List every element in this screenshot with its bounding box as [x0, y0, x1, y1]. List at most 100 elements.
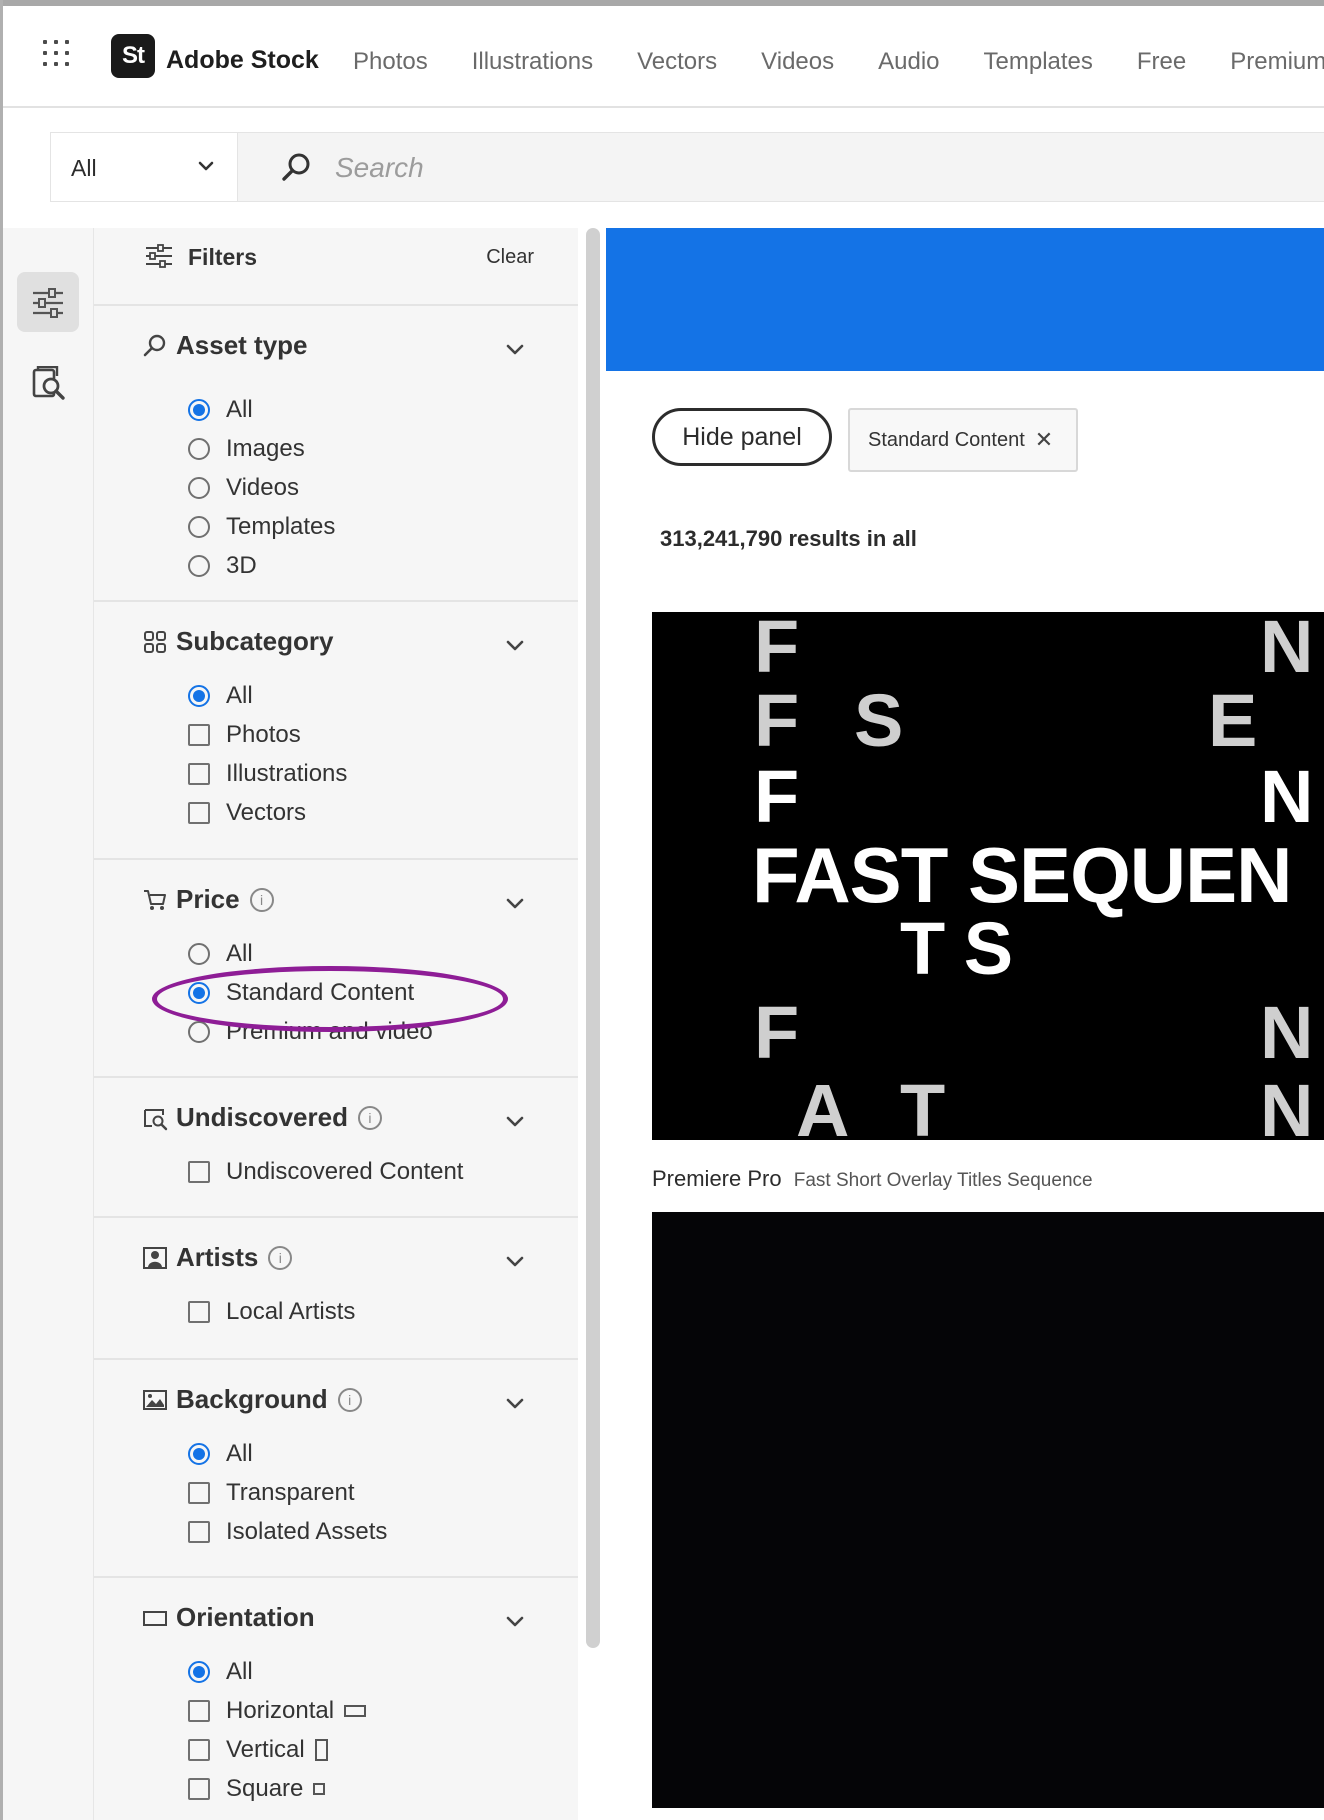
- nav-premium[interactable]: Premium: [1230, 48, 1324, 76]
- result-thumbnail[interactable]: F N F S E F N FAST SEQUEN T S F N A T N: [652, 612, 1324, 1140]
- orientation-option-vertical[interactable]: Vertical: [188, 1733, 328, 1767]
- radio[interactable]: [188, 516, 210, 538]
- results-count: 313,241,790 results in all: [660, 526, 917, 551]
- background-header[interactable]: Background i: [142, 1384, 362, 1415]
- info-icon[interactable]: i: [249, 887, 274, 912]
- visual-search-rail-button[interactable]: [17, 352, 79, 412]
- checkbox[interactable]: [188, 1161, 210, 1183]
- orientation-header[interactable]: Orientation: [142, 1602, 315, 1633]
- radio[interactable]: [188, 943, 210, 965]
- checkbox[interactable]: [188, 1301, 210, 1323]
- radio[interactable]: [188, 555, 210, 577]
- radio[interactable]: [188, 438, 210, 460]
- nav-illustrations[interactable]: Illustrations: [472, 48, 593, 76]
- checkbox[interactable]: [188, 1739, 210, 1761]
- asset-type-option-videos[interactable]: Videos: [188, 471, 299, 505]
- search-input[interactable]: [333, 147, 1237, 189]
- radio[interactable]: [188, 477, 210, 499]
- radio-selected[interactable]: [188, 685, 210, 707]
- search-scope-select[interactable]: All: [51, 133, 238, 201]
- clear-filters-button[interactable]: Clear: [486, 246, 534, 269]
- result-thumbnail[interactable]: [652, 1212, 1324, 1808]
- nav-photos[interactable]: Photos: [353, 48, 428, 76]
- checkbox[interactable]: [188, 724, 210, 746]
- option-label: 3D: [226, 552, 257, 579]
- checkbox[interactable]: [188, 1482, 210, 1504]
- chevron-down-icon[interactable]: [504, 1110, 526, 1132]
- option-label: Square: [226, 1775, 304, 1802]
- active-filter-chip[interactable]: Standard Content ✕: [848, 408, 1078, 472]
- promo-banner[interactable]: [606, 228, 1324, 371]
- chevron-down-icon[interactable]: [504, 892, 526, 914]
- info-icon[interactable]: i: [337, 1387, 362, 1412]
- filters-rail-button[interactable]: [17, 272, 79, 332]
- search-icon[interactable]: [279, 151, 313, 185]
- nav-videos[interactable]: Videos: [761, 48, 834, 76]
- nav-templates[interactable]: Templates: [984, 48, 1093, 76]
- info-icon[interactable]: i: [357, 1105, 382, 1130]
- filters-title: Filters: [188, 244, 258, 270]
- checkbox[interactable]: [188, 1700, 210, 1722]
- orientation-option-horizontal[interactable]: Horizontal: [188, 1694, 367, 1728]
- undiscovered-option[interactable]: Undiscovered Content: [188, 1155, 463, 1189]
- chevron-down-icon[interactable]: [504, 338, 526, 360]
- checkbox[interactable]: [188, 763, 210, 785]
- nav-audio[interactable]: Audio: [878, 48, 939, 76]
- checkbox[interactable]: [188, 1778, 210, 1800]
- orientation-option-all[interactable]: All: [188, 1655, 253, 1689]
- info-icon[interactable]: i: [268, 1245, 293, 1270]
- undiscovered-header[interactable]: Undiscovered i: [142, 1102, 382, 1133]
- app-grid-icon[interactable]: [43, 40, 73, 70]
- artists-header[interactable]: Artists i: [142, 1242, 293, 1273]
- subcategory-option-all[interactable]: All: [188, 679, 253, 713]
- radio-selected[interactable]: [188, 1661, 210, 1683]
- asset-type-header[interactable]: Asset type: [142, 330, 308, 361]
- subcategory-option-photos[interactable]: Photos: [188, 718, 301, 752]
- hide-panel-button[interactable]: Hide panel: [652, 408, 832, 466]
- thumb-letter: F: [754, 755, 799, 838]
- adobe-stock-logo[interactable]: St: [111, 34, 155, 78]
- option-label: Images: [226, 435, 305, 462]
- radio[interactable]: [188, 1021, 210, 1043]
- price-option-standard-content[interactable]: Standard Content: [188, 976, 414, 1010]
- asset-type-option-templates[interactable]: Templates: [188, 510, 335, 544]
- subcategory-title: Subcategory: [176, 626, 334, 656]
- subcategory-option-illustrations[interactable]: Illustrations: [188, 757, 347, 791]
- background-option-transparent[interactable]: Transparent: [188, 1476, 355, 1510]
- price-header[interactable]: Price i: [142, 884, 274, 915]
- chevron-down-icon[interactable]: [504, 634, 526, 656]
- nav-free[interactable]: Free: [1137, 48, 1186, 76]
- radio-selected[interactable]: [188, 1443, 210, 1465]
- subcategory-option-vectors[interactable]: Vectors: [188, 796, 306, 830]
- checkbox[interactable]: [188, 802, 210, 824]
- price-option-premium-and-video[interactable]: Premium and video: [188, 1015, 433, 1049]
- radio-selected[interactable]: [188, 399, 210, 421]
- nav-vectors[interactable]: Vectors: [637, 48, 717, 76]
- close-icon[interactable]: ✕: [1035, 427, 1053, 453]
- option-label: Photos: [226, 721, 301, 748]
- option-label: All: [226, 940, 253, 967]
- result-caption[interactable]: Premiere Pro Fast Short Overlay Titles S…: [652, 1166, 1093, 1192]
- asset-type-option-3d[interactable]: 3D: [188, 549, 257, 583]
- chip-label: Standard Content: [868, 428, 1025, 451]
- checkbox[interactable]: [188, 1521, 210, 1543]
- thumb-letter: T: [900, 1069, 945, 1140]
- chevron-down-icon[interactable]: [504, 1250, 526, 1272]
- artists-title: Artists: [176, 1242, 259, 1272]
- filters-scrollbar[interactable]: [586, 228, 600, 1648]
- background-option-all[interactable]: All: [188, 1437, 253, 1471]
- asset-type-option-images[interactable]: Images: [188, 432, 305, 466]
- background-option-isolated[interactable]: Isolated Assets: [188, 1515, 387, 1549]
- chevron-down-icon[interactable]: [504, 1610, 526, 1632]
- option-label: All: [226, 1440, 253, 1467]
- orientation-title: Orientation: [176, 1602, 315, 1632]
- chevron-down-icon[interactable]: [504, 1392, 526, 1414]
- brand-name[interactable]: Adobe Stock: [166, 46, 319, 75]
- asset-type-option-all[interactable]: All: [188, 393, 253, 427]
- orientation-option-square[interactable]: Square: [188, 1772, 326, 1806]
- subcategory-header[interactable]: Subcategory: [142, 626, 334, 657]
- artists-option-local[interactable]: Local Artists: [188, 1295, 355, 1329]
- result-title: Fast Short Overlay Titles Sequence: [793, 1170, 1093, 1191]
- radio-selected[interactable]: [188, 982, 210, 1004]
- price-option-all[interactable]: All: [188, 937, 253, 971]
